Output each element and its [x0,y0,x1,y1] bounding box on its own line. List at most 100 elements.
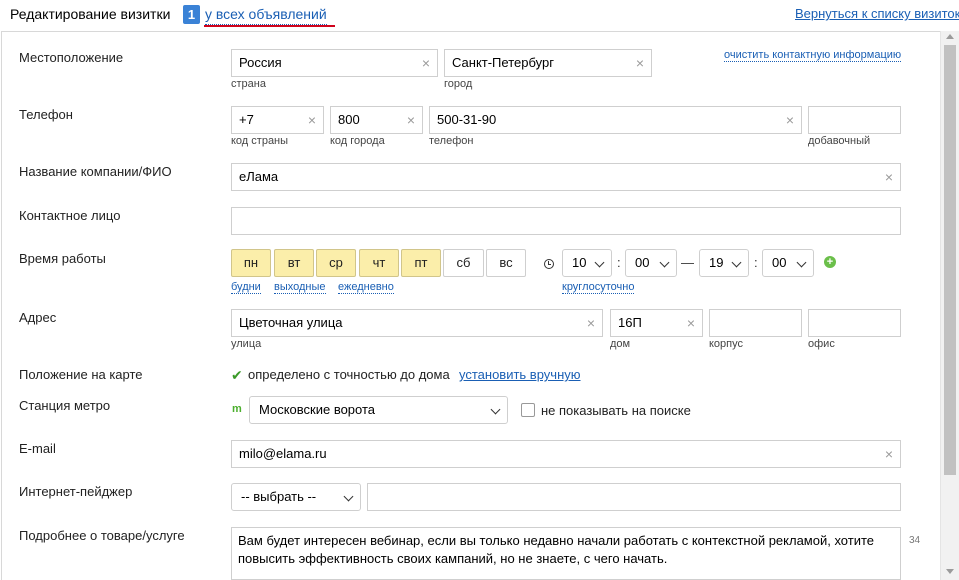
pager-label: Интернет-пейджер [19,484,133,499]
clear-country-code-icon[interactable]: × [308,107,316,133]
map-position-status: определено с точностью до дома [248,367,450,382]
day-toggle-mon[interactable]: пн [231,249,271,277]
country-code-input[interactable]: +7 × [231,106,324,134]
working-hours-label: Время работы [19,251,106,266]
company-input[interactable]: еЛама × [231,163,901,191]
company-value: еЛама [239,169,279,184]
clear-city-icon[interactable]: × [636,50,644,76]
pager-type-select[interactable]: -- выбрать -- [231,483,361,511]
house-sublabel: дом [610,338,631,350]
metro-station-value: Московские ворота [259,402,376,417]
back-to-list-link[interactable]: Вернуться к списку визиток [795,6,959,21]
office-sublabel: офис [808,338,835,350]
phone-number-input[interactable]: 500-31-90 × [429,106,802,134]
country-code-sublabel: код страны [231,135,289,147]
house-value: 16П [618,315,642,330]
city-value: Санкт-Петербург [452,55,554,70]
scroll-down-arrow-icon[interactable] [946,569,954,574]
scrollbar-thumb[interactable] [944,45,956,475]
clear-house-icon[interactable]: × [687,310,695,336]
day-toggle-sun[interactable]: вс [486,249,526,277]
phone-label: Телефон [19,107,73,122]
extension-sublabel: добавочный [808,135,871,147]
from-hour-select[interactable]: 10 [562,249,612,277]
country-code-value: +7 [239,112,254,127]
clock-icon [544,259,554,269]
phone-number-sublabel: телефон [429,135,474,147]
building-input[interactable] [709,309,802,337]
pager-input[interactable] [367,483,901,511]
preset-weekdays-link[interactable]: будни [231,281,261,294]
location-label: Местоположение [19,50,124,65]
details-char-counter: 34 [909,535,921,546]
city-code-input[interactable]: 800 × [330,106,423,134]
time-range-dash: — [681,255,694,270]
house-input[interactable]: 16П × [610,309,703,337]
city-sublabel: город [444,78,473,90]
scope-underline-decoration [204,25,335,27]
scope-link[interactable]: у всех объявлений [205,6,327,25]
company-label: Название компании/ФИО [19,164,172,179]
clear-phone-number-icon[interactable]: × [786,107,794,133]
hide-in-search-checkbox[interactable] [521,403,535,417]
count-badge: 1 [183,5,200,24]
set-manually-link[interactable]: установить вручную [459,367,581,382]
map-position-label: Положение на карте [19,367,143,382]
clear-email-icon[interactable]: × [885,441,893,467]
day-toggle-fri[interactable]: пт [401,249,441,277]
page-header: Редактирование визитки 1 у всех объявлен… [0,0,959,30]
metro-station-select[interactable]: Московские ворота [249,396,508,424]
vertical-scrollbar[interactable] [940,31,959,580]
metro-icon: m [232,403,242,415]
country-sublabel: страна [231,78,266,90]
office-input[interactable] [808,309,901,337]
contact-person-label: Контактное лицо [19,208,121,223]
from-minute-select[interactable]: 00 [625,249,677,277]
hide-in-search-label: не показывать на поиске [541,403,691,418]
chevron-down-icon [490,404,501,415]
scroll-up-arrow-icon[interactable] [946,34,954,39]
building-sublabel: корпус [709,338,744,350]
city-code-sublabel: код города [330,135,385,147]
address-label: Адрес [19,310,57,325]
day-toggle-thu[interactable]: чт [359,249,399,277]
country-input[interactable]: Россия × [231,49,438,77]
to-minute-value: 00 [772,255,787,270]
page-title: Редактирование визитки [10,6,171,22]
pager-type-value: -- выбрать -- [241,489,317,504]
to-hour-value: 19 [709,255,724,270]
around-the-clock-link[interactable]: круглосуточно [562,281,635,294]
email-input[interactable]: milo@elama.ru × [231,440,901,468]
day-toggle-tue[interactable]: вт [274,249,314,277]
clear-street-icon[interactable]: × [587,310,595,336]
checkmark-icon: ✔ [231,367,243,383]
day-toggle-sat[interactable]: сб [443,249,484,277]
clear-city-code-icon[interactable]: × [407,107,415,133]
to-minute-select[interactable]: 00 [762,249,814,277]
details-textarea[interactable]: Вам будет интересен вебинар, если вы тол… [231,527,901,580]
phone-number-value: 500-31-90 [437,112,497,127]
extension-input[interactable] [808,106,901,134]
chevron-down-icon [659,257,670,268]
metro-label: Станция метро [19,398,111,413]
preset-weekend-link[interactable]: выходные [274,281,326,294]
country-value: Россия [239,55,282,70]
street-input[interactable]: Цветочная улица × [231,309,603,337]
to-hour-select[interactable]: 19 [699,249,749,277]
clear-company-icon[interactable]: × [885,164,893,190]
email-label: E-mail [19,441,56,456]
chevron-down-icon [343,491,354,502]
from-hour-value: 10 [572,255,587,270]
street-value: Цветочная улица [239,315,343,330]
city-input[interactable]: Санкт-Петербург × [444,49,652,77]
day-toggle-wed[interactable]: ср [316,249,356,277]
time-colon: : [754,255,758,270]
chevron-down-icon [594,257,605,268]
email-value: milo@elama.ru [239,446,327,461]
add-hours-plus-icon[interactable]: + [824,256,836,268]
clear-country-icon[interactable]: × [422,50,430,76]
contact-person-input[interactable] [231,207,901,235]
clear-contact-link[interactable]: очистить контактную информацию [724,49,902,62]
preset-daily-link[interactable]: ежедневно [338,281,394,294]
city-code-value: 800 [338,112,360,127]
